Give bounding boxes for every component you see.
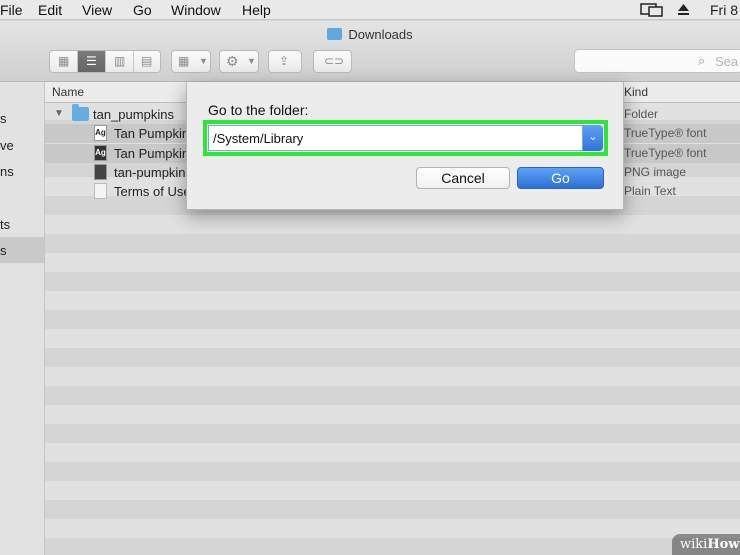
menu-clock[interactable]: Fri 8 bbox=[710, 1, 738, 19]
file-kind: Plain Text bbox=[624, 184, 676, 198]
file-name: Terms of Use bbox=[114, 184, 191, 199]
menu-bar: File Edit View Go Window Help Fri 8 bbox=[0, 0, 740, 20]
folder-path-input[interactable] bbox=[208, 125, 583, 151]
sidebar-item-label: s bbox=[0, 243, 7, 258]
arrange-icon: ▦ bbox=[178, 54, 190, 68]
sidebar-item-label: ns bbox=[0, 164, 14, 179]
chevron-down-icon: ▼ bbox=[199, 56, 208, 66]
sidebar-item-2[interactable]: ve bbox=[0, 132, 44, 158]
gallery-icon: ▤ bbox=[141, 54, 153, 68]
kind-column-header[interactable]: Kind bbox=[624, 85, 648, 99]
sidebar-item-label: ve bbox=[0, 138, 14, 153]
icon-view-button[interactable]: ▦ bbox=[50, 51, 78, 72]
eject-icon[interactable] bbox=[677, 3, 690, 19]
menu-view[interactable]: View bbox=[82, 1, 112, 19]
list-icon: ☰ bbox=[86, 54, 97, 68]
menu-window[interactable]: Window bbox=[171, 1, 221, 19]
menu-file[interactable]: File bbox=[0, 1, 23, 19]
file-name: Tan Pumpkin bbox=[114, 126, 190, 141]
file-kind: Folder bbox=[624, 107, 659, 121]
sidebar-item-4[interactable]: ts bbox=[0, 211, 44, 237]
sidebar: s ve ns ts s bbox=[0, 82, 45, 555]
disclosure-triangle-icon[interactable]: ▼ bbox=[54, 108, 64, 119]
file-kind: TrueType® font bbox=[624, 146, 707, 160]
sidebar-item-3[interactable]: ns bbox=[0, 158, 44, 184]
sidebar-item-1[interactable]: s bbox=[0, 105, 44, 131]
file-kind: PNG image bbox=[624, 165, 687, 179]
cancel-button[interactable]: Cancel bbox=[416, 167, 510, 189]
text-file-icon bbox=[94, 183, 107, 199]
share-button[interactable]: ⇪ bbox=[268, 50, 302, 73]
share-icon: ⇪ bbox=[279, 54, 290, 68]
watermark-suffix: How bbox=[707, 537, 740, 552]
menu-go[interactable]: Go bbox=[133, 1, 152, 19]
file-name: tan-pumpkin bbox=[114, 165, 186, 180]
search-field[interactable]: ⌕ Sea bbox=[574, 49, 740, 73]
list-view-button[interactable]: ☰ bbox=[78, 51, 106, 72]
search-icon: ⌕ bbox=[698, 53, 706, 68]
grid-icon: ▦ bbox=[58, 54, 70, 68]
chevron-down-icon: ▼ bbox=[247, 56, 256, 66]
file-kind: TrueType® font bbox=[624, 126, 707, 140]
wikihow-watermark: wikiHow bbox=[672, 534, 740, 555]
sidebar-item-label: ts bbox=[0, 217, 11, 232]
go-button[interactable]: Go bbox=[517, 167, 604, 189]
gallery-view-button[interactable]: ▤ bbox=[134, 51, 160, 72]
dialog-title: Go to the folder: bbox=[208, 102, 309, 118]
name-column-header[interactable]: Name bbox=[52, 85, 84, 99]
path-history-dropdown[interactable]: ⌄ bbox=[583, 125, 603, 151]
arrange-button[interactable]: ▦ ▼ bbox=[171, 50, 211, 73]
display-mirroring-icon[interactable] bbox=[640, 3, 664, 20]
columns-icon: ▥ bbox=[114, 54, 126, 68]
window-title-text: Downloads bbox=[348, 27, 413, 42]
watermark-prefix: wiki bbox=[680, 537, 708, 552]
sidebar-item-label: s bbox=[0, 111, 7, 126]
font-file-icon: Ag bbox=[94, 145, 107, 161]
column-view-button[interactable]: ▥ bbox=[106, 51, 134, 72]
view-mode-control: ▦ ☰ ▥ ▤ bbox=[49, 50, 161, 73]
font-file-icon: Ag bbox=[94, 125, 107, 141]
menu-edit[interactable]: Edit bbox=[38, 1, 62, 19]
file-name: tan_pumpkins bbox=[93, 107, 174, 122]
tags-button[interactable]: ⊂⊃ bbox=[313, 50, 352, 73]
tag-icon: ⊂⊃ bbox=[324, 54, 345, 68]
gear-icon: ⚙ bbox=[226, 53, 239, 69]
sidebar-item-5[interactable]: s bbox=[0, 237, 44, 263]
finder-toolbar: Downloads ▦ ☰ ▥ ▤ ▦ ▼ ⚙ ▼ ⇪ ⊂⊃ ⌕ Sea bbox=[0, 21, 740, 82]
image-file-icon bbox=[94, 164, 107, 180]
file-name: Tan Pumpkin bbox=[114, 146, 190, 161]
downloads-folder-icon bbox=[327, 28, 343, 40]
go-to-folder-dialog: Go to the folder: ⌄ Cancel Go bbox=[186, 82, 624, 210]
action-button[interactable]: ⚙ ▼ bbox=[219, 50, 259, 73]
folder-icon bbox=[72, 104, 89, 121]
search-placeholder: Sea bbox=[715, 54, 739, 69]
menu-help[interactable]: Help bbox=[242, 1, 271, 19]
chevron-down-icon: ⌄ bbox=[588, 131, 598, 143]
window-title: Downloads bbox=[0, 27, 740, 42]
